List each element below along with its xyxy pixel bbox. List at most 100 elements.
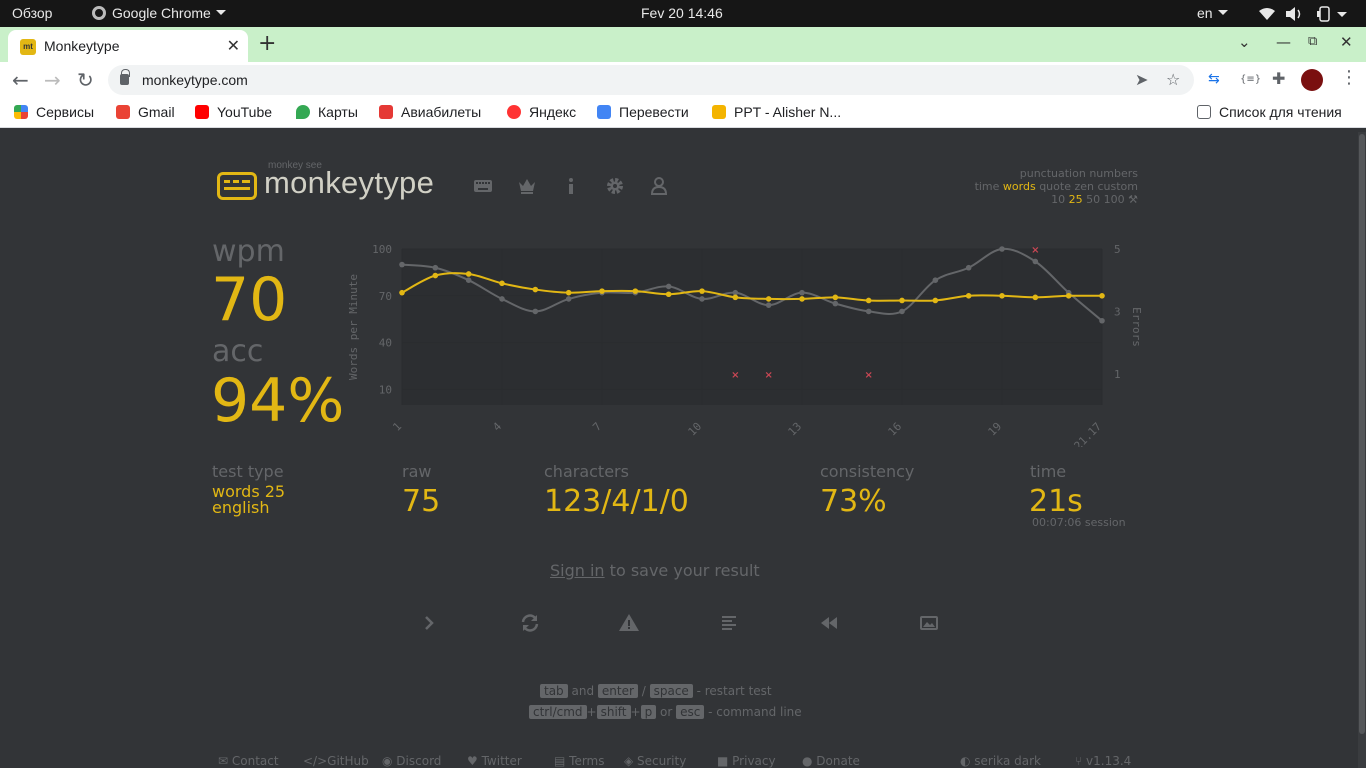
save-screenshot-image-icon[interactable] [918, 612, 940, 634]
series-point-wpm [399, 289, 405, 296]
restore-button[interactable]: ⧉ [1308, 34, 1317, 49]
profile-avatar[interactable] [1301, 69, 1323, 91]
clock[interactable]: Fev 20 14:46 [641, 5, 723, 21]
count-10[interactable]: 10 [1051, 193, 1065, 206]
bookmark-services[interactable]: Сервисы [14, 104, 94, 120]
mode-punctuation[interactable]: punctuation [1020, 167, 1086, 180]
logo-text[interactable]: monkeytype [264, 165, 434, 201]
mode-custom[interactable]: custom [1097, 180, 1138, 193]
count-100[interactable]: 100 [1104, 193, 1125, 206]
key-shift: shift [596, 705, 631, 719]
user-account-icon[interactable] [649, 176, 669, 196]
x-tick-label: 21.17 [1072, 420, 1105, 447]
activities-button[interactable]: Обзор [12, 5, 52, 21]
reading-list-button[interactable]: Список для чтения [1197, 104, 1342, 120]
x-tick-label: 16 [886, 420, 905, 439]
bookmark-star-icon[interactable]: ☆ [1166, 70, 1180, 89]
key-ctrl-cmd: ctrl/cmd [529, 705, 587, 719]
bookmark-youtube[interactable]: YouTube [195, 104, 272, 120]
mode-words[interactable]: words [1003, 180, 1036, 193]
crown-icon[interactable] [517, 176, 537, 196]
series-point-wpm [1065, 293, 1072, 299]
extension-json-icon[interactable]: {≡} [1240, 74, 1261, 85]
custom-count-wrench-icon[interactable]: ⚒ [1128, 193, 1138, 206]
footer-github[interactable]: </>GitHub [303, 754, 369, 768]
footer-privacy[interactable]: ■ Privacy [717, 754, 776, 768]
settings-gear-icon[interactable] [605, 176, 625, 196]
bookmark-flights[interactable]: Авиабилеты [379, 104, 481, 120]
footer-terms[interactable]: ▤ Terms [554, 754, 605, 768]
menu-kebab-icon[interactable]: ⋮ [1340, 67, 1358, 88]
word-history-icon[interactable] [718, 612, 740, 634]
x-tick-label: 13 [786, 420, 805, 439]
chevron-down-icon [1217, 10, 1228, 15]
time-value[interactable]: 21s [1029, 484, 1083, 519]
system-tray[interactable] [1258, 6, 1348, 22]
page-content [0, 132, 1366, 768]
reload-button[interactable]: ↻ [77, 68, 94, 92]
acc-value[interactable]: 94% [211, 371, 344, 431]
bookmark-maps[interactable]: Карты [296, 104, 358, 120]
footer-contact[interactable]: ✉ Contact [218, 754, 279, 768]
restart-test-icon[interactable] [519, 612, 541, 634]
wpm-chart[interactable]: 100 70 40 10 5 3 1 1 4 7 10 13 16 19 21.17 Words per Mi… [345, 237, 1145, 447]
time-label: time [1030, 462, 1067, 481]
footer-donate[interactable]: ● Donate [802, 754, 860, 768]
footer-security[interactable]: ◈ Security [624, 754, 686, 768]
address-bar[interactable]: monkeytype.com ➤ ☆ [108, 65, 1194, 95]
app-menu[interactable]: Google Chrome [92, 5, 226, 21]
next-test-icon[interactable] [418, 612, 440, 634]
sign-in-link[interactable]: Sign in [550, 561, 605, 580]
bookmark-ppt[interactable]: PPT - Alisher N... [712, 104, 841, 120]
mode-time[interactable]: time [975, 180, 1000, 193]
error-marker: × [864, 370, 872, 381]
lock-icon[interactable] [120, 69, 130, 85]
count-50[interactable]: 50 [1086, 193, 1100, 206]
error-marker: × [731, 370, 739, 381]
bookmark-yandex[interactable]: Яндекс [507, 104, 576, 120]
bookmark-gmail[interactable]: Gmail [116, 104, 175, 120]
series-point-raw [399, 261, 405, 268]
mode-quote[interactable]: quote [1039, 180, 1071, 193]
shield-icon: ◈ [624, 754, 638, 768]
forward-button[interactable]: → [44, 68, 61, 92]
url-text[interactable]: monkeytype.com [142, 72, 248, 88]
wpm-value[interactable]: 70 [211, 270, 287, 330]
keyboard-icon[interactable] [473, 176, 493, 196]
monkeytype-logo-icon[interactable] [217, 172, 257, 200]
chrome-icon [92, 6, 106, 20]
info-icon[interactable] [561, 176, 581, 196]
close-window-button[interactable]: ✕ [1340, 33, 1353, 51]
series-point-wpm [599, 288, 605, 294]
minimize-button[interactable]: — [1276, 33, 1291, 51]
tab-search-chevron-icon[interactable]: ⌄ [1238, 33, 1251, 51]
extensions-puzzle-icon[interactable]: ✚ [1272, 69, 1285, 88]
back-button[interactable]: ← [12, 68, 29, 92]
mode-numbers[interactable]: numbers [1089, 167, 1138, 180]
consistency-value[interactable]: 73% [820, 484, 887, 519]
replay-rewind-icon[interactable] [818, 612, 840, 634]
series-point-wpm [532, 286, 539, 293]
warning-report-icon[interactable] [618, 612, 640, 634]
footer-twitter[interactable]: ♥ Twitter [467, 754, 522, 768]
extension-repeat-icon[interactable]: ⇆ [1208, 71, 1220, 87]
characters-value[interactable]: 123/4/1/0 [544, 484, 689, 519]
series-point-raw [999, 246, 1005, 252]
new-tab-button[interactable]: + [258, 31, 276, 56]
close-tab-icon[interactable]: ✕ [227, 36, 240, 56]
footer-theme[interactable]: ◐ serika dark [960, 754, 1041, 768]
scrollbar-thumb[interactable] [1359, 134, 1365, 734]
count-25[interactable]: 25 [1069, 193, 1083, 206]
hint-restart: tab and enter / space - restart test [540, 684, 772, 698]
sign-in-prompt: Sign in to save your result [550, 561, 760, 580]
raw-value[interactable]: 75 [402, 484, 440, 519]
bookmark-translate[interactable]: Перевести [597, 104, 689, 120]
language-indicator[interactable]: en [1197, 5, 1228, 21]
send-icon[interactable]: ➤ [1135, 70, 1148, 89]
hint-command-line: ctrl/cmd + shift + p or esc - command line [529, 705, 802, 719]
mode-zen[interactable]: zen [1074, 180, 1094, 193]
footer-version[interactable]: ⑂ v1.13.4 [1075, 754, 1131, 768]
error-marker: × [1031, 245, 1039, 256]
browser-tab[interactable]: mt Monkeytype ✕ [8, 30, 248, 62]
footer-discord[interactable]: ◉ Discord [382, 754, 441, 768]
